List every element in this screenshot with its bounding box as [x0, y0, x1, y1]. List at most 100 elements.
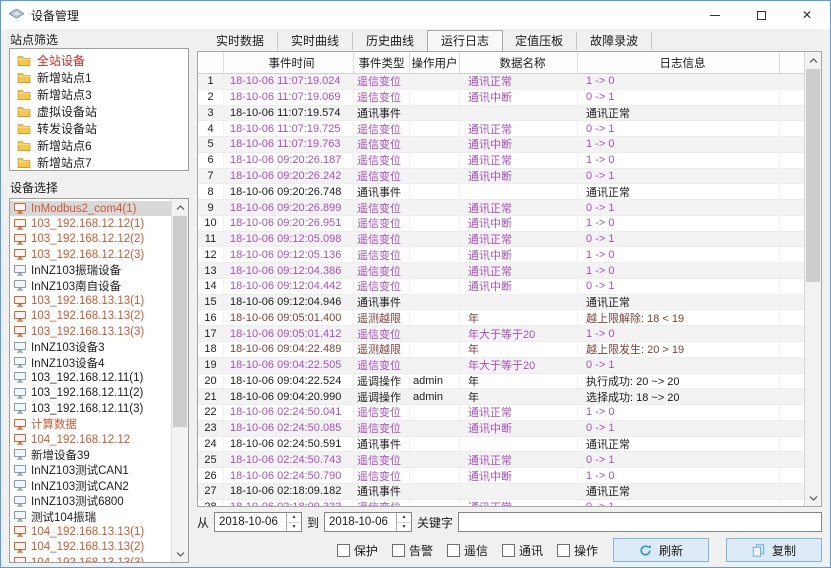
log-row[interactable]: 10 18-10-06 09:20:26.951 遥信变位 通讯中断 1 -> …: [198, 216, 804, 232]
date-to-spinner[interactable]: ▲ ▼: [396, 513, 411, 531]
device-item[interactable]: 计算数据: [10, 416, 171, 431]
spinner-down-icon[interactable]: ▼: [397, 523, 411, 532]
log-row[interactable]: 20 18-10-06 09:04:22.524 遥调操作 admin 年 执行…: [198, 374, 804, 390]
station-item[interactable]: 新增站点7: [10, 154, 188, 171]
device-item[interactable]: 103_192.168.13.13(1): [10, 293, 171, 308]
log-table-body: 1 18-10-06 11:07:19.024 遥信变位 通讯正常 1 -> 0…: [198, 74, 804, 506]
device-item[interactable]: 104_192.168.13.13(1): [10, 524, 171, 539]
date-from-spinner[interactable]: ▲ ▼: [286, 513, 301, 531]
scroll-up-icon[interactable]: [805, 52, 821, 68]
device-list-scrollbar[interactable]: [171, 199, 188, 562]
station-item[interactable]: 新增站点6: [10, 137, 188, 154]
device-item[interactable]: InNZ103设备3: [10, 340, 171, 355]
station-item[interactable]: 虚拟设备站: [10, 103, 188, 120]
log-row[interactable]: 1 18-10-06 11:07:19.024 遥信变位 通讯正常 1 -> 0: [198, 74, 804, 90]
tab[interactable]: 故障录波: [577, 32, 652, 50]
filter-checkbox[interactable]: 告警: [392, 542, 433, 559]
scroll-up-icon[interactable]: [172, 199, 188, 215]
tab[interactable]: 实时曲线: [278, 32, 353, 50]
scroll-down-icon[interactable]: [172, 546, 188, 562]
filter-checkbox[interactable]: 通讯: [502, 542, 543, 559]
scrollbar-thumb[interactable]: [173, 216, 187, 427]
close-button[interactable]: ✕: [784, 1, 830, 29]
scrollbar-thumb[interactable]: [806, 69, 820, 282]
tab[interactable]: 实时数据: [203, 32, 278, 50]
log-row[interactable]: 26 18-10-06 02:24:50.790 遥信变位 通讯中断 1 -> …: [198, 468, 804, 484]
log-row[interactable]: 6 18-10-06 09:20:26.187 遥信变位 通讯正常 1 -> 0: [198, 153, 804, 169]
device-item[interactable]: 103_192.168.12.11(3): [10, 401, 171, 416]
log-row[interactable]: 11 18-10-06 09:12:05.098 遥信变位 通讯正常 0 -> …: [198, 232, 804, 248]
log-row[interactable]: 14 18-10-06 09:12:04.442 遥信变位 通讯中断 0 -> …: [198, 279, 804, 295]
device-item[interactable]: 103_192.168.13.13(2): [10, 309, 171, 324]
device-item[interactable]: InModbus2_com4(1): [10, 201, 171, 216]
device-item[interactable]: 103_192.168.12.12(2): [10, 232, 171, 247]
tab[interactable]: 历史曲线: [353, 32, 428, 50]
cell-rownum: 20: [198, 374, 224, 389]
device-item[interactable]: InNZ103振瑞设备: [10, 263, 171, 278]
log-row[interactable]: 19 18-10-06 09:04:22.505 遥信变位 年大于等于20 0 …: [198, 358, 804, 374]
station-item[interactable]: 新增站点3: [10, 86, 188, 103]
date-from-input[interactable]: 2018-10-06 ▲ ▼: [214, 512, 302, 532]
table-scrollbar[interactable]: [804, 52, 821, 506]
device-item[interactable]: 103_192.168.12.12(1): [10, 216, 171, 231]
log-row[interactable]: 9 18-10-06 09:20:26.899 遥信变位 通讯正常 0 -> 1: [198, 200, 804, 216]
filter-checkbox[interactable]: 操作: [557, 542, 598, 559]
station-item[interactable]: 全站设备: [10, 52, 188, 69]
device-item[interactable]: 103_192.168.12.11(1): [10, 370, 171, 385]
scroll-down-icon[interactable]: [805, 490, 821, 506]
log-row[interactable]: 3 18-10-06 11:07:19.574 通讯事件 通讯正常: [198, 106, 804, 122]
log-row[interactable]: 24 18-10-06 02:24:50.591 通讯事件 通讯正常: [198, 437, 804, 453]
device-item[interactable]: InNZ103南自设备: [10, 278, 171, 293]
tab[interactable]: 定值压板: [502, 32, 577, 50]
refresh-button[interactable]: 刷新: [613, 538, 709, 562]
log-row[interactable]: 4 18-10-06 11:07:19.725 遥信变位 通讯正常 0 -> 1: [198, 121, 804, 137]
station-item[interactable]: 新增站点1: [10, 69, 188, 86]
device-item[interactable]: InNZ103测试6800: [10, 493, 171, 508]
log-row[interactable]: 28 18-10-06 02:18:09.333 遥信变位 通讯正常 0 -> …: [198, 500, 804, 506]
maximize-button[interactable]: [738, 1, 784, 29]
log-row[interactable]: 23 18-10-06 02:24:50.085 遥信变位 通讯中断 0 -> …: [198, 421, 804, 437]
log-row[interactable]: 12 18-10-06 09:12:05.136 遥信变位 通讯中断 1 -> …: [198, 247, 804, 263]
device-item[interactable]: InNZ103测试CAN2: [10, 478, 171, 493]
log-row[interactable]: 5 18-10-06 11:07:19.763 遥信变位 通讯中断 1 -> 0: [198, 137, 804, 153]
device-item[interactable]: 104_192.168.13.13(2): [10, 540, 171, 555]
filter-checkbox[interactable]: 保护: [337, 542, 378, 559]
log-row[interactable]: 16 18-10-06 09:05:01.400 遥测越限 年 越上限解除: 1…: [198, 310, 804, 326]
log-row[interactable]: 15 18-10-06 09:12:04.946 通讯事件 通讯正常: [198, 295, 804, 311]
checkbox-icon[interactable]: [337, 544, 350, 557]
device-item[interactable]: 104_192.168.13.13(3): [10, 555, 171, 562]
copy-button[interactable]: 复制: [726, 538, 822, 562]
spinner-down-icon[interactable]: ▼: [287, 523, 301, 532]
checkbox-icon[interactable]: [502, 544, 515, 557]
log-row[interactable]: 18 18-10-06 09:04:22.489 遥测越限 年 越上限发生: 2…: [198, 342, 804, 358]
tab[interactable]: 运行日志: [427, 30, 503, 51]
checkbox-icon[interactable]: [392, 544, 405, 557]
filter-checkbox[interactable]: 遥信: [447, 542, 488, 559]
log-row[interactable]: 21 18-10-06 09:04:20.990 遥调操作 admin 年 选择…: [198, 389, 804, 405]
log-row[interactable]: 2 18-10-06 11:07:19.069 遥信变位 通讯中断 0 -> 1: [198, 90, 804, 106]
minimize-button[interactable]: [692, 1, 738, 29]
checkbox-icon[interactable]: [557, 544, 570, 557]
device-item[interactable]: 103_192.168.12.11(2): [10, 386, 171, 401]
log-row[interactable]: 13 18-10-06 09:12:04.386 遥信变位 通讯正常 1 -> …: [198, 263, 804, 279]
device-item[interactable]: 测试104振瑞: [10, 509, 171, 524]
log-row[interactable]: 7 18-10-06 09:20:26.242 遥信变位 通讯中断 0 -> 1: [198, 169, 804, 185]
device-item[interactable]: InNZ103测试CAN1: [10, 463, 171, 478]
checkbox-icon[interactable]: [447, 544, 460, 557]
log-row[interactable]: 8 18-10-06 09:20:26.748 通讯事件 通讯正常: [198, 184, 804, 200]
spinner-up-icon[interactable]: ▲: [397, 513, 411, 523]
device-item[interactable]: InNZ103设备4: [10, 355, 171, 370]
device-item[interactable]: 104_192.168.12.12: [10, 432, 171, 447]
station-list: 全站设备 新增站点1: [9, 48, 189, 171]
log-row[interactable]: 22 18-10-06 02:24:50.041 遥信变位 通讯正常 1 -> …: [198, 405, 804, 421]
log-row[interactable]: 27 18-10-06 02:18:09.182 通讯事件 通讯正常: [198, 484, 804, 500]
keyword-input[interactable]: [458, 512, 822, 532]
spinner-up-icon[interactable]: ▲: [287, 513, 301, 523]
log-row[interactable]: 25 18-10-06 02:24:50.743 遥信变位 通讯正常 0 -> …: [198, 452, 804, 468]
device-item[interactable]: 新增设备39: [10, 447, 171, 462]
log-row[interactable]: 17 18-10-06 09:05:01.412 遥信变位 年大于等于20 1 …: [198, 326, 804, 342]
date-to-input[interactable]: 2018-10-06 ▲ ▼: [324, 512, 412, 532]
device-item[interactable]: 103_192.168.12.12(3): [10, 247, 171, 262]
device-item[interactable]: 103_192.168.13.13(3): [10, 324, 171, 339]
station-item[interactable]: 转发设备站: [10, 120, 188, 137]
